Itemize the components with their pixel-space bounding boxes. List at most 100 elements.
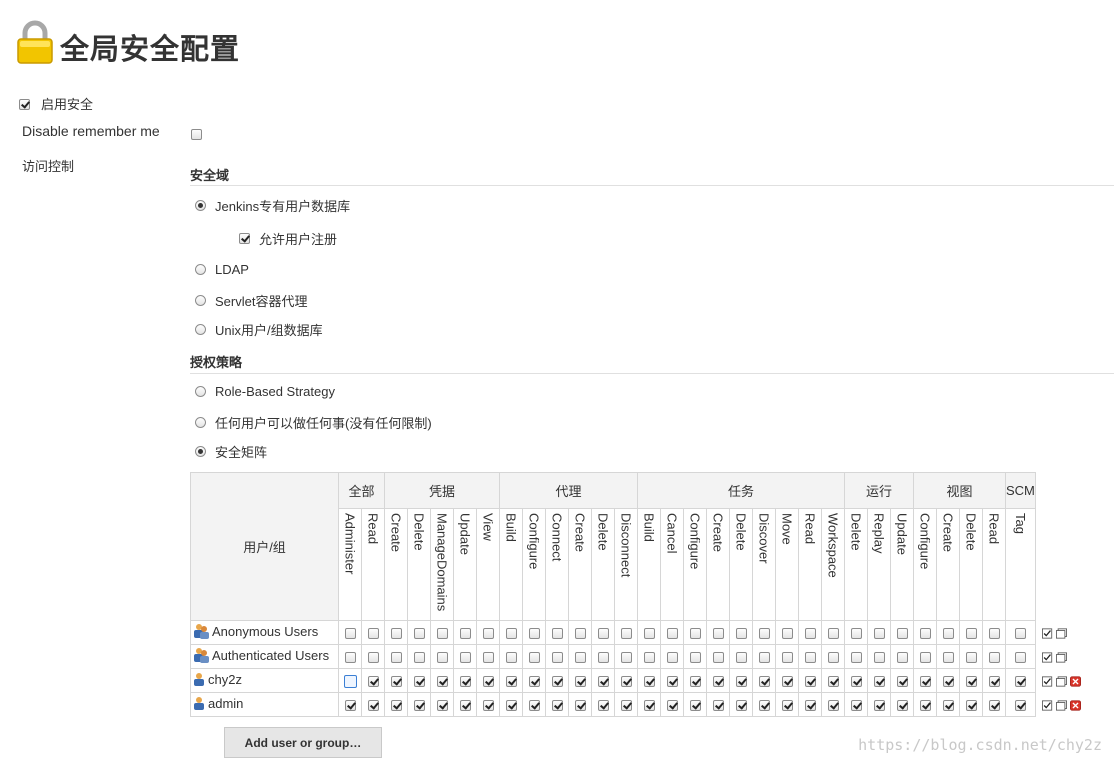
- permission-checkbox[interactable]: [781, 652, 793, 664]
- permission-checkbox[interactable]: [390, 652, 402, 664]
- permission-checkbox[interactable]: [965, 652, 977, 664]
- permission-checkbox[interactable]: [482, 676, 494, 688]
- permission-checkbox[interactable]: [735, 700, 747, 712]
- select-all-icon[interactable]: [1042, 650, 1053, 666]
- realm-option-ldap[interactable]: LDAP: [195, 262, 249, 277]
- permission-checkbox[interactable]: [919, 628, 931, 640]
- permission-checkbox[interactable]: [689, 628, 701, 640]
- permission-checkbox[interactable]: [919, 676, 931, 688]
- permission-checkbox[interactable]: [781, 676, 793, 688]
- permission-checkbox[interactable]: [942, 628, 954, 640]
- permission-checkbox[interactable]: [344, 700, 356, 712]
- permission-checkbox[interactable]: [390, 628, 402, 640]
- permission-checkbox[interactable]: [551, 628, 563, 640]
- enable-security-checkbox[interactable]: [19, 95, 30, 111]
- select-all-icon[interactable]: [1042, 626, 1053, 642]
- permission-checkbox[interactable]: [413, 652, 425, 664]
- permission-checkbox[interactable]: [735, 652, 747, 664]
- permission-checkbox[interactable]: [436, 700, 448, 712]
- permission-checkbox[interactable]: [827, 676, 839, 688]
- permission-checkbox[interactable]: [1014, 700, 1026, 712]
- permission-checkbox[interactable]: [873, 652, 885, 664]
- permission-checkbox[interactable]: [436, 652, 448, 664]
- permission-checkbox[interactable]: [528, 676, 540, 688]
- permission-checkbox[interactable]: [735, 628, 747, 640]
- permission-checkbox[interactable]: [459, 652, 471, 664]
- permission-checkbox[interactable]: [873, 676, 885, 688]
- permission-checkbox[interactable]: [850, 700, 862, 712]
- add-user-or-group-button[interactable]: Add user or group…: [224, 727, 382, 758]
- permission-checkbox[interactable]: [758, 628, 770, 640]
- permission-checkbox[interactable]: [896, 676, 908, 688]
- permission-checkbox[interactable]: [367, 700, 379, 712]
- permission-checkbox[interactable]: [712, 652, 724, 664]
- permission-checkbox[interactable]: [643, 700, 655, 712]
- permission-checkbox[interactable]: [1014, 628, 1026, 640]
- permission-checkbox[interactable]: [804, 628, 816, 640]
- permission-checkbox[interactable]: [597, 628, 609, 640]
- permission-checkbox[interactable]: [367, 652, 379, 664]
- realm-option-jenkins[interactable]: Jenkins专有用户数据库: [195, 196, 350, 215]
- unselect-all-icon[interactable]: [1056, 674, 1067, 690]
- permission-checkbox[interactable]: [505, 700, 517, 712]
- radio-button[interactable]: [195, 295, 206, 306]
- permission-checkbox[interactable]: [896, 700, 908, 712]
- permission-checkbox[interactable]: [574, 700, 586, 712]
- permission-checkbox[interactable]: [344, 628, 356, 640]
- auth-option-anything[interactable]: 任何用户可以做任何事(没有任何限制): [195, 413, 432, 432]
- permission-checkbox[interactable]: [482, 700, 494, 712]
- permission-checkbox[interactable]: [505, 652, 517, 664]
- permission-checkbox[interactable]: [804, 700, 816, 712]
- permission-checkbox[interactable]: [873, 700, 885, 712]
- permission-checkbox[interactable]: [666, 676, 678, 688]
- radio-button[interactable]: [195, 324, 206, 335]
- permission-checkbox[interactable]: [528, 628, 540, 640]
- permission-checkbox[interactable]: [390, 700, 402, 712]
- radio-button[interactable]: [195, 386, 206, 397]
- permission-checkbox[interactable]: [413, 628, 425, 640]
- permission-checkbox[interactable]: [436, 676, 448, 688]
- permission-checkbox[interactable]: [712, 628, 724, 640]
- permission-checkbox[interactable]: [850, 652, 862, 664]
- auth-option-role-based[interactable]: Role-Based Strategy: [195, 384, 335, 399]
- permission-checkbox[interactable]: [781, 700, 793, 712]
- radio-button[interactable]: [195, 200, 206, 211]
- permission-checkbox[interactable]: [459, 628, 471, 640]
- permission-checkbox[interactable]: [988, 676, 1000, 688]
- permission-checkbox[interactable]: [896, 628, 908, 640]
- permission-checkbox[interactable]: [712, 700, 724, 712]
- permission-checkbox[interactable]: [827, 628, 839, 640]
- auth-option-matrix[interactable]: 安全矩阵: [195, 442, 267, 461]
- permission-checkbox[interactable]: [505, 676, 517, 688]
- permission-checkbox[interactable]: [965, 676, 977, 688]
- permission-checkbox[interactable]: [413, 700, 425, 712]
- permission-checkbox[interactable]: [597, 700, 609, 712]
- permission-checkbox[interactable]: [988, 652, 1000, 664]
- allow-signup-option[interactable]: 允许用户注册: [239, 229, 337, 248]
- permission-checkbox[interactable]: [413, 676, 425, 688]
- permission-checkbox[interactable]: [965, 628, 977, 640]
- permission-checkbox[interactable]: [436, 628, 448, 640]
- permission-checkbox[interactable]: [482, 628, 494, 640]
- permission-checkbox[interactable]: [482, 652, 494, 664]
- permission-checkbox[interactable]: [643, 676, 655, 688]
- permission-checkbox[interactable]: [459, 676, 471, 688]
- permission-checkbox[interactable]: [919, 700, 931, 712]
- unselect-all-icon[interactable]: [1056, 650, 1067, 666]
- permission-checkbox[interactable]: [620, 652, 632, 664]
- permission-checkbox[interactable]: [919, 652, 931, 664]
- permission-checkbox[interactable]: [574, 628, 586, 640]
- select-all-icon[interactable]: [1042, 698, 1053, 714]
- permission-checkbox[interactable]: [528, 700, 540, 712]
- permission-checkbox[interactable]: [965, 700, 977, 712]
- permission-checkbox[interactable]: [827, 652, 839, 664]
- permission-checkbox[interactable]: [689, 652, 701, 664]
- permission-checkbox[interactable]: [689, 700, 701, 712]
- permission-checkbox[interactable]: [551, 676, 563, 688]
- permission-checkbox[interactable]: [712, 676, 724, 688]
- unselect-all-icon[interactable]: [1056, 698, 1067, 714]
- permission-checkbox[interactable]: [850, 628, 862, 640]
- permission-checkbox[interactable]: [597, 652, 609, 664]
- permission-checkbox[interactable]: [758, 700, 770, 712]
- radio-button[interactable]: [195, 446, 206, 457]
